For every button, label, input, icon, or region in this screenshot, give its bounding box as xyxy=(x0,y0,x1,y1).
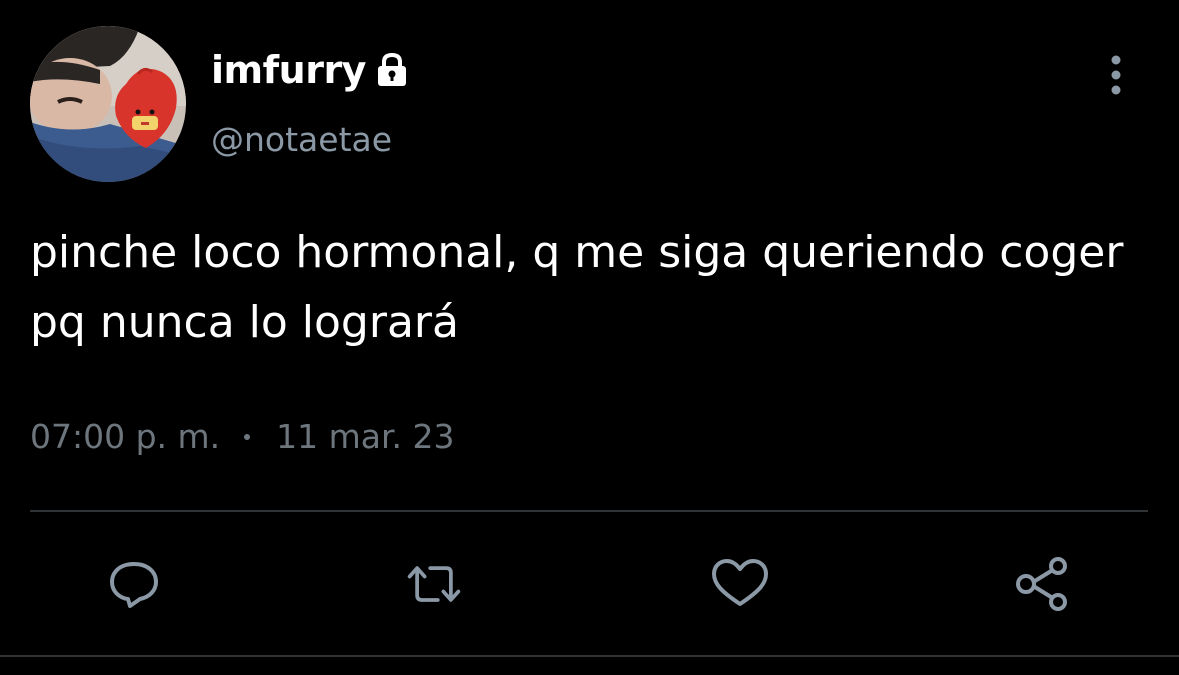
display-name[interactable]: imfurry xyxy=(211,44,412,96)
tweet-time: 07:00 p. m. xyxy=(30,417,221,456)
tweet-date: 11 mar. 23 xyxy=(276,417,455,456)
share-button[interactable] xyxy=(1012,556,1072,612)
share-nodes-icon xyxy=(1016,557,1067,611)
display-name-text: imfurry xyxy=(211,48,366,92)
retweet-arrows-icon xyxy=(407,566,461,602)
avatar[interactable] xyxy=(30,26,186,182)
avatar-image xyxy=(30,26,186,182)
tweet-text: pinche loco hormonal, q me siga queriend… xyxy=(30,227,1124,348)
divider-bottom xyxy=(0,655,1179,657)
lock-icon xyxy=(372,50,412,90)
divider xyxy=(30,510,1148,512)
retweet-button[interactable] xyxy=(404,556,464,612)
like-button[interactable] xyxy=(710,556,770,612)
heart-icon xyxy=(712,559,768,606)
comment-bubble-icon xyxy=(110,562,158,608)
reply-button[interactable] xyxy=(104,556,164,612)
more-options-icon[interactable] xyxy=(1098,52,1134,98)
separator-dot xyxy=(244,434,251,440)
tweet-timestamp: 07:00 p. m. 11 mar. 23 xyxy=(30,412,455,462)
user-handle[interactable]: @notaetae xyxy=(211,118,392,162)
